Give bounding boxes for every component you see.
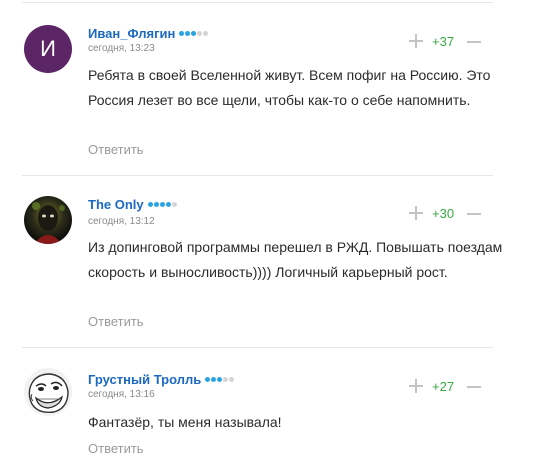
downvote-icon[interactable] — [467, 41, 481, 43]
author-name-text[interactable]: Грустный Тролль — [88, 372, 201, 387]
downvote-icon[interactable] — [467, 213, 481, 215]
rating-dot — [223, 377, 229, 382]
rating-dot — [217, 377, 223, 382]
rating-dot — [229, 377, 235, 382]
rating-dot — [211, 377, 217, 382]
author-name-text[interactable]: The Only — [88, 197, 144, 212]
avatar[interactable] — [24, 368, 72, 416]
rating-dots — [205, 377, 235, 382]
comment-text: Фантазёр, ты меня называла! — [88, 414, 282, 430]
comment-date: сегодня, 13:12 — [88, 216, 155, 227]
rating-dot — [185, 31, 191, 36]
comment-score: +27 — [432, 379, 455, 394]
rating-dot — [147, 202, 153, 207]
reply-button[interactable]: Ответить — [88, 142, 144, 157]
avatar[interactable]: И — [24, 25, 72, 73]
comment-divider — [22, 347, 493, 348]
troll-face-icon — [24, 368, 72, 416]
comment-score: +37 — [432, 34, 455, 49]
downvote-icon[interactable] — [467, 386, 481, 388]
top-divider — [22, 2, 493, 3]
rating-dot — [205, 377, 211, 382]
comment-date: сегодня, 13:16 — [88, 389, 155, 400]
comment-text: Ребята в своей Вселенной живут. Всем поф… — [88, 67, 491, 108]
rating-dot — [203, 31, 209, 36]
rating-dots — [147, 202, 177, 207]
author-name-text[interactable]: Иван_Флягин — [88, 26, 175, 41]
reply-button[interactable]: Ответить — [88, 314, 144, 329]
comment-date: сегодня, 13:23 — [88, 43, 155, 54]
rating-dot — [197, 31, 203, 36]
author-name[interactable]: Грустный Тролль — [88, 372, 235, 387]
author-name[interactable]: Иван_Флягин — [88, 26, 209, 41]
upvote-icon[interactable] — [409, 206, 423, 220]
comment-text: Из допинговой программы перешел в РЖД. П… — [88, 239, 503, 280]
comment-score: +30 — [432, 206, 455, 221]
comment-divider — [22, 175, 493, 176]
avatar[interactable] — [24, 196, 72, 244]
author-name[interactable]: The Only — [88, 197, 177, 212]
rating-dot — [153, 202, 159, 207]
dark-portrait-icon — [24, 196, 72, 244]
rating-dot — [159, 202, 165, 207]
rating-dots — [179, 31, 209, 36]
rating-dot — [191, 31, 197, 36]
rating-dot — [171, 202, 177, 207]
upvote-icon[interactable] — [409, 379, 423, 393]
reply-button[interactable]: Ответить — [88, 441, 144, 456]
rating-dot — [165, 202, 171, 207]
rating-dot — [179, 31, 185, 36]
upvote-icon[interactable] — [409, 34, 423, 48]
